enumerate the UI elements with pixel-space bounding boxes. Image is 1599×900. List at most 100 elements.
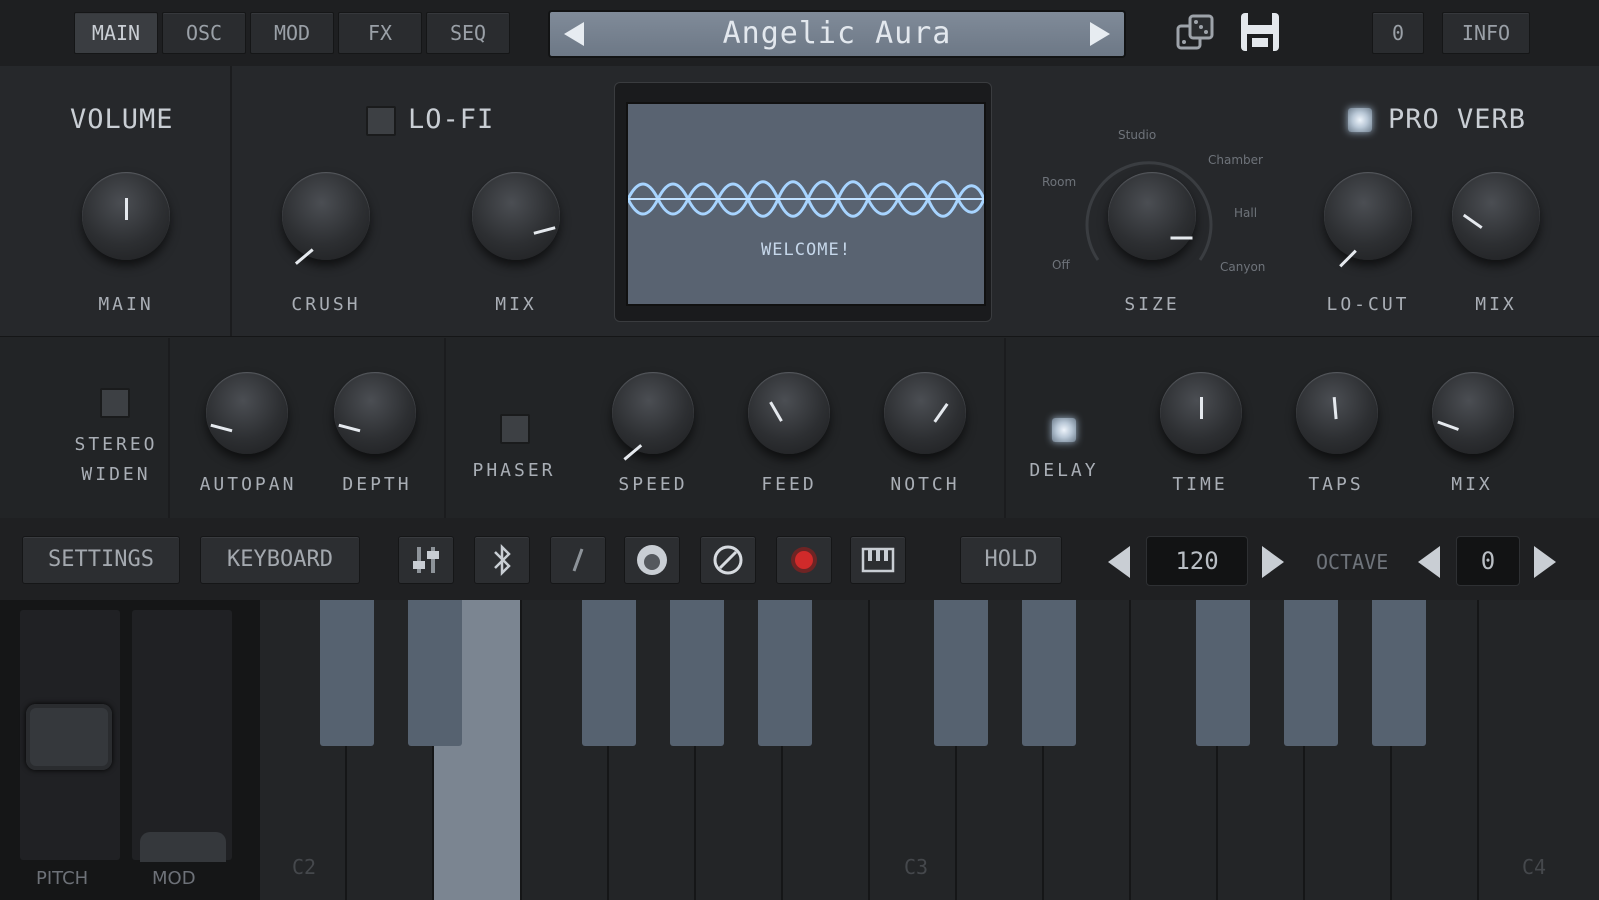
main-volume-label: MAIN bbox=[98, 294, 154, 315]
reverb-size-knob[interactable] bbox=[1108, 172, 1196, 260]
tab-fx[interactable]: FX bbox=[338, 12, 422, 54]
piano-keys-icon bbox=[861, 547, 895, 573]
crush-label: CRUSH bbox=[291, 294, 361, 315]
waveform-graphic bbox=[628, 180, 984, 218]
phaser-notch-knob[interactable] bbox=[884, 372, 966, 454]
phaser-speed-label: SPEED bbox=[618, 474, 688, 495]
piano-black-key[interactable] bbox=[1372, 600, 1426, 746]
record-button[interactable] bbox=[776, 536, 832, 584]
proverb-title: PRO VERB bbox=[1388, 104, 1527, 135]
octave-value[interactable]: 0 bbox=[1456, 536, 1520, 586]
lofi-mix-knob[interactable] bbox=[472, 172, 560, 260]
lofi-checkbox[interactable] bbox=[366, 106, 396, 136]
delay-time-knob[interactable] bbox=[1160, 372, 1242, 454]
autopan-label: AUTOPAN bbox=[199, 474, 297, 495]
depth-label: DEPTH bbox=[342, 474, 412, 495]
tempo-value[interactable]: 120 bbox=[1146, 536, 1248, 586]
delay-mix-label: MIX bbox=[1451, 474, 1493, 495]
delay-taps-label: TAPS bbox=[1308, 474, 1364, 495]
main-volume-knob[interactable] bbox=[82, 172, 170, 260]
hold-button[interactable]: HOLD bbox=[960, 536, 1062, 584]
phaser-label: PHASER bbox=[472, 460, 556, 481]
delay-mix-knob[interactable] bbox=[1432, 372, 1514, 454]
display-message: WELCOME! bbox=[761, 240, 851, 260]
piano-black-key[interactable] bbox=[408, 600, 462, 746]
pitch-label: PITCH bbox=[36, 868, 89, 889]
piano-black-key[interactable] bbox=[934, 600, 988, 746]
tempo-decrease-button[interactable] bbox=[1108, 546, 1130, 578]
autopan-knob[interactable] bbox=[206, 372, 288, 454]
piano-black-key[interactable] bbox=[320, 600, 374, 746]
phaser-notch-label: NOTCH bbox=[890, 474, 960, 495]
mod-wheel-thumb[interactable] bbox=[140, 832, 226, 862]
mixer-sliders-button[interactable] bbox=[398, 536, 454, 584]
reverb-mix-knob[interactable] bbox=[1452, 172, 1540, 260]
mod-label: MOD bbox=[152, 868, 196, 889]
stop-circle-icon bbox=[713, 545, 743, 575]
size-option-off: Off bbox=[1052, 258, 1070, 272]
sliders-icon bbox=[413, 547, 439, 573]
delay-toggle[interactable] bbox=[1052, 418, 1076, 442]
settings-button[interactable]: SETTINGS bbox=[22, 536, 180, 584]
preset-prev-button[interactable] bbox=[564, 22, 584, 46]
randomize-dice-icon[interactable] bbox=[1174, 12, 1216, 54]
lofi-mix-label: MIX bbox=[495, 294, 537, 315]
stereo-widen-label-line1: STEREO bbox=[74, 434, 158, 455]
slash-icon bbox=[572, 548, 584, 572]
divider bbox=[230, 66, 232, 336]
pitch-wheel-thumb[interactable] bbox=[26, 704, 112, 770]
size-option-canyon: Canyon bbox=[1220, 260, 1266, 274]
reverb-size-label: SIZE bbox=[1124, 294, 1180, 315]
size-option-chamber: Chamber bbox=[1208, 153, 1263, 167]
screen-display: WELCOME! bbox=[626, 102, 986, 306]
record-icon bbox=[791, 547, 817, 573]
octave-increase-button[interactable] bbox=[1534, 546, 1556, 578]
piano-black-key[interactable] bbox=[1284, 600, 1338, 746]
bluetooth-button[interactable] bbox=[474, 536, 530, 584]
phaser-feed-knob[interactable] bbox=[748, 372, 830, 454]
divider bbox=[444, 338, 446, 518]
phaser-speed-knob[interactable] bbox=[612, 372, 694, 461]
number-button[interactable]: 0 bbox=[1372, 12, 1424, 54]
octave-decrease-button[interactable] bbox=[1418, 546, 1440, 578]
piano-black-key[interactable] bbox=[1196, 600, 1250, 746]
delay-label: DELAY bbox=[1029, 460, 1099, 481]
preset-next-button[interactable] bbox=[1090, 22, 1110, 46]
info-button[interactable]: INFO bbox=[1442, 12, 1530, 54]
delay-taps-knob[interactable] bbox=[1296, 372, 1378, 454]
tab-osc[interactable]: OSC bbox=[162, 12, 246, 54]
keyboard-button[interactable]: KEYBOARD bbox=[200, 536, 360, 584]
stereo-widen-label-line2: WIDEN bbox=[81, 464, 151, 485]
divider bbox=[168, 338, 170, 518]
piano-black-key[interactable] bbox=[1022, 600, 1076, 746]
mod-wheel[interactable] bbox=[132, 610, 232, 860]
stereo-widen-checkbox[interactable] bbox=[100, 388, 130, 418]
phaser-feed-label: FEED bbox=[761, 474, 817, 495]
tab-mod[interactable]: MOD bbox=[250, 12, 334, 54]
save-icon[interactable] bbox=[1238, 10, 1282, 54]
piano-black-key[interactable] bbox=[670, 600, 724, 746]
midi-keyboard-button[interactable] bbox=[850, 536, 906, 584]
bluetooth-icon bbox=[494, 543, 511, 577]
note-label-c4: C4 bbox=[1522, 855, 1547, 879]
crush-knob[interactable] bbox=[282, 172, 370, 265]
proverb-toggle[interactable] bbox=[1348, 108, 1372, 132]
locut-knob[interactable] bbox=[1324, 172, 1412, 268]
delay-time-label: TIME bbox=[1172, 474, 1228, 495]
tab-seq[interactable]: SEQ bbox=[426, 12, 510, 54]
preset-name[interactable]: Angelic Aura bbox=[590, 12, 1084, 56]
tempo-increase-button[interactable] bbox=[1262, 546, 1284, 578]
piano-black-key[interactable] bbox=[582, 600, 636, 746]
size-option-room: Room bbox=[1042, 175, 1077, 189]
depth-knob[interactable] bbox=[334, 372, 416, 454]
panic-button[interactable] bbox=[700, 536, 756, 584]
speaker-round-icon bbox=[637, 545, 667, 575]
phaser-checkbox[interactable] bbox=[500, 414, 530, 444]
link-button[interactable] bbox=[550, 536, 606, 584]
reverb-mix-label: MIX bbox=[1475, 294, 1517, 315]
volume-title: VOLUME bbox=[70, 104, 174, 135]
piano-black-key[interactable] bbox=[758, 600, 812, 746]
tab-main[interactable]: MAIN bbox=[74, 12, 158, 54]
note-label-c2: C2 bbox=[292, 855, 317, 879]
audio-unit-button[interactable] bbox=[624, 536, 680, 584]
